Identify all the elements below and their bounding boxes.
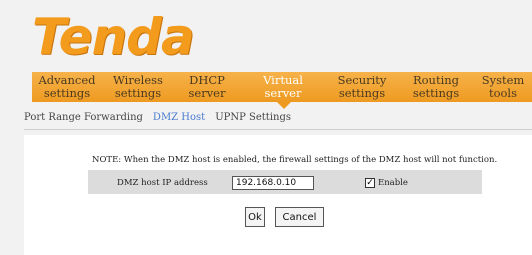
nav-label: settings <box>338 86 386 100</box>
dmz-ip-input[interactable]: 192.168.0.10 <box>232 176 314 190</box>
subnav-port-range-forwarding[interactable]: Port Range Forwarding <box>24 112 143 130</box>
nav-wireless-settings[interactable]: Wireless settings <box>102 72 174 102</box>
logo-text: Tenda <box>32 8 195 66</box>
ok-button[interactable]: Ok <box>245 207 265 227</box>
enable-checkbox[interactable]: ✓ <box>365 178 375 188</box>
nav-label: Security <box>337 73 387 87</box>
nav-advanced-settings[interactable]: Advanced settings <box>32 72 102 102</box>
nav-label: DHCP <box>189 73 225 87</box>
content-panel <box>24 135 532 255</box>
cancel-button[interactable]: Cancel <box>275 207 324 227</box>
nav-label: Advanced <box>38 73 96 87</box>
nav-dhcp-server[interactable]: DHCP server <box>174 72 240 102</box>
subnav-divider <box>24 129 532 130</box>
nav-system-tools[interactable]: System tools <box>474 72 532 102</box>
nav-label: server <box>264 86 302 100</box>
nav-label: Virtual <box>263 73 303 87</box>
main-nav: Advanced settings Wireless settings DHCP se… <box>32 72 532 102</box>
nav-label: settings <box>43 86 91 100</box>
tenda-logo: Tenda <box>32 12 232 64</box>
nav-security-settings[interactable]: Security settings <box>326 72 398 102</box>
dmz-note: NOTE: When the DMZ host is enabled, the … <box>92 155 498 165</box>
nav-virtual-server[interactable]: Virtual server <box>240 72 326 102</box>
dmz-ip-label: DMZ host IP address <box>117 178 208 188</box>
subnav-upnp-settings[interactable]: UPNP Settings <box>215 112 291 130</box>
enable-label: Enable <box>378 178 408 188</box>
nav-label: tools <box>488 86 518 100</box>
nav-label: Wireless <box>113 73 163 87</box>
nav-label: System <box>481 73 525 87</box>
active-nav-pointer <box>277 102 291 109</box>
nav-label: settings <box>412 86 460 100</box>
sub-nav: Port Range Forwarding DMZ Host UPNP Sett… <box>24 112 532 130</box>
nav-routing-settings[interactable]: Routing settings <box>398 72 474 102</box>
subnav-dmz-host[interactable]: DMZ Host <box>153 112 205 130</box>
nav-label: server <box>188 86 226 100</box>
nav-label: Routing <box>412 73 460 87</box>
nav-label: settings <box>114 86 162 100</box>
